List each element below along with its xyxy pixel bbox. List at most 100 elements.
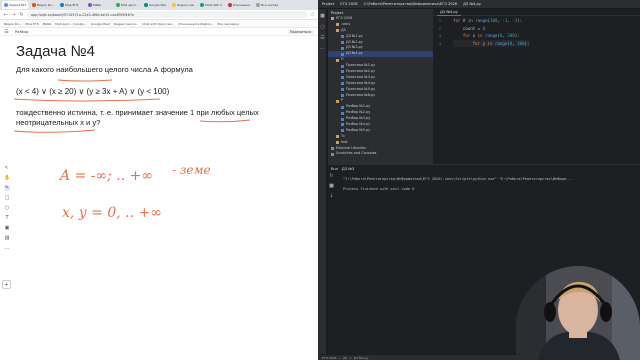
share-button[interactable]: Поделиться [286,29,314,34]
bookmark-item[interactable]: Google Meet [91,22,110,26]
handwriting-a-range: A = -∞; .. +∞ [58,168,153,184]
project-panel-header[interactable]: Project [328,9,433,16]
forward-arrow-icon[interactable]: → [11,12,16,18]
code-editor[interactable]: Д3 №4.py 1 2 34 for A in range(100, -1, -1… [433,9,640,164]
python-file-icon [341,70,344,74]
python-file-icon [341,35,344,39]
sticky-icon[interactable]: ▣ [4,225,10,231]
python-file-icon [341,82,344,86]
browser-tab[interactable]: Chat with Open ... [198,1,224,9]
star-icon[interactable]: ☆ [310,12,315,18]
tab-favicon-icon [32,3,36,7]
stop-icon[interactable]: ■ [329,183,334,189]
more-icon[interactable]: ⋯ [320,46,325,52]
folder-icon [336,99,339,103]
python-file-icon [341,129,344,133]
tab-favicon-icon [60,3,64,7]
structure-icon[interactable]: ☰ [320,35,324,41]
bookmark-item[interactable]: Все закладки [218,22,239,26]
status-breadcrumb[interactable]: ЕГЭ 2026 [322,356,336,360]
browser-tab[interactable]: МЫШ [86,1,112,9]
bookmark-item[interactable]: Мод ЕГЭ [25,22,38,26]
status-breadcrumb[interactable]: Д3 №4.py [354,356,369,360]
board-title[interactable]: Разбор [15,30,28,34]
line-number: 1 [438,18,441,23]
folder-icon [336,141,339,145]
bookmark-item[interactable]: Видео Ru... [4,22,21,26]
browser-tab[interactable]: Отношения в Инфор... [226,1,252,9]
text-icon[interactable]: T [4,215,10,221]
python-file-icon [341,94,344,98]
bookmark-item[interactable]: Отношения в Инфор... [178,22,213,26]
reload-icon[interactable]: ↻ [19,12,24,18]
commit-icon[interactable]: ○ [320,24,324,30]
folder-icon[interactable]: ■ [320,13,325,19]
menu-icon[interactable]: ☰ [4,29,9,35]
bookmark-item[interactable]: Chat with Open rea... [142,22,174,26]
python-file-icon [341,64,344,68]
image-icon[interactable]: ▨ [4,235,10,241]
tab-favicon-icon [228,3,232,7]
bookmark-item[interactable]: МЫШ [43,22,51,26]
browser-tab-label: Задача №4 [9,3,26,7]
ide-title-item: C:\Работа\Репетиторство\Информатика\ЕГЭ … [363,2,458,6]
folder-icon [336,58,339,62]
hand-icon[interactable]: ✋ [4,175,10,181]
code-line[interactable]: count = 0 [453,25,529,33]
whiteboard-canvas[interactable]: Задача №4 Для какого наибольшего целого … [0,37,318,360]
more-icon[interactable]: … [4,245,10,251]
ide-title-bar: Project ЕГЭ 2026 C:\Работа\Репетиторство\И… [319,0,640,9]
browser-tab[interactable]: Видео Ru... [30,1,56,9]
run-tab[interactable]: Д3 №3 [342,167,354,171]
browser-tab[interactable]: Все закладки [254,1,280,9]
browser-tab-label: Видео Ru... [37,3,54,7]
bookmark-item[interactable]: Яндекс мессе... [114,22,139,26]
shape-icon[interactable]: ○ [4,205,10,211]
run-console-output: "I:\Работа\Репетиторство\Информатика\ЕГЭ… [343,177,638,192]
browser-tab-label: Мой диск – Google... [121,3,138,7]
library-icon [331,147,334,151]
code-line[interactable]: for y in range(0, 300): [453,39,530,48]
run-toolbar: ↻ ■ ↓ [328,173,335,199]
status-breadcrumb[interactable]: Д3 [343,356,347,360]
folder-icon [336,135,339,139]
tree-file[interactable]: Scratches and Consoles [328,151,433,157]
browser-window: Задача №4 Видео Ru... Мод ЕГЭ МЫШ Мой диск –… [0,0,318,360]
underline-any-integer [199,119,251,123]
browser-tab[interactable]: Задача №4 [2,1,28,9]
code-area[interactable]: for A in range(100, -1, -1): count = 0 f… [453,17,530,48]
run-tab[interactable]: Run [331,167,338,171]
ide-title-item[interactable]: Project [322,2,334,6]
project-tree: ЕГЭ 2026 .venv Д3 Д3 №1.py Д3 №2.py Д3 №3.py Д… [328,16,433,157]
tab-favicon-icon [88,3,92,7]
rerun-icon[interactable]: ↻ [329,173,333,179]
pointer-icon[interactable]: ↖ [4,165,10,171]
back-arrow-icon[interactable]: ← [3,12,8,18]
scroll-icon[interactable]: ↓ [329,193,333,199]
ide-title-item[interactable]: ЕГЭ 2026 [340,2,357,6]
tree-item-label: Р [341,98,344,103]
browser-tab[interactable]: Google Meet [142,1,168,9]
pen-icon[interactable]: ✎ [4,185,10,191]
status-breadcrumb[interactable]: > [338,356,341,360]
url-input[interactable]: app.holst.so/board/9710571a-22a3-4f6d-be… [27,11,307,18]
bookmark-item[interactable]: Мой диск – Google... [55,22,87,26]
browser-tab[interactable]: Мод ЕГЭ [58,1,84,9]
bookmarks-bar: Видео Ru... Мод ЕГЭ МЫШ Мой диск – Google..… [0,20,318,28]
browser-tab[interactable]: Мой диск – Google... [114,1,140,9]
tree-item-label: Практика №6.py [346,92,376,97]
zoom-control-icon[interactable]: + [2,280,11,289]
editor-tab-active[interactable]: Д3 №4.py [437,9,461,16]
browser-tab[interactable]: Яндекс мессе... [170,1,196,9]
python-file-icon [341,52,344,56]
eraser-icon[interactable]: □ [4,195,10,201]
underline-nonneg [13,129,96,133]
folder-icon [336,23,339,27]
ide-title-item[interactable]: Д3 №4.py [463,2,481,6]
editor-tabs: Д3 №4.py [433,9,640,16]
status-breadcrumb[interactable]: > [349,356,352,360]
line-number: 2 [438,25,441,31]
code-line[interactable]: for x in range(0, 300): [453,32,529,40]
folder-icon [331,17,334,21]
code-line[interactable]: for A in range(100, -1, -1): [453,17,529,25]
